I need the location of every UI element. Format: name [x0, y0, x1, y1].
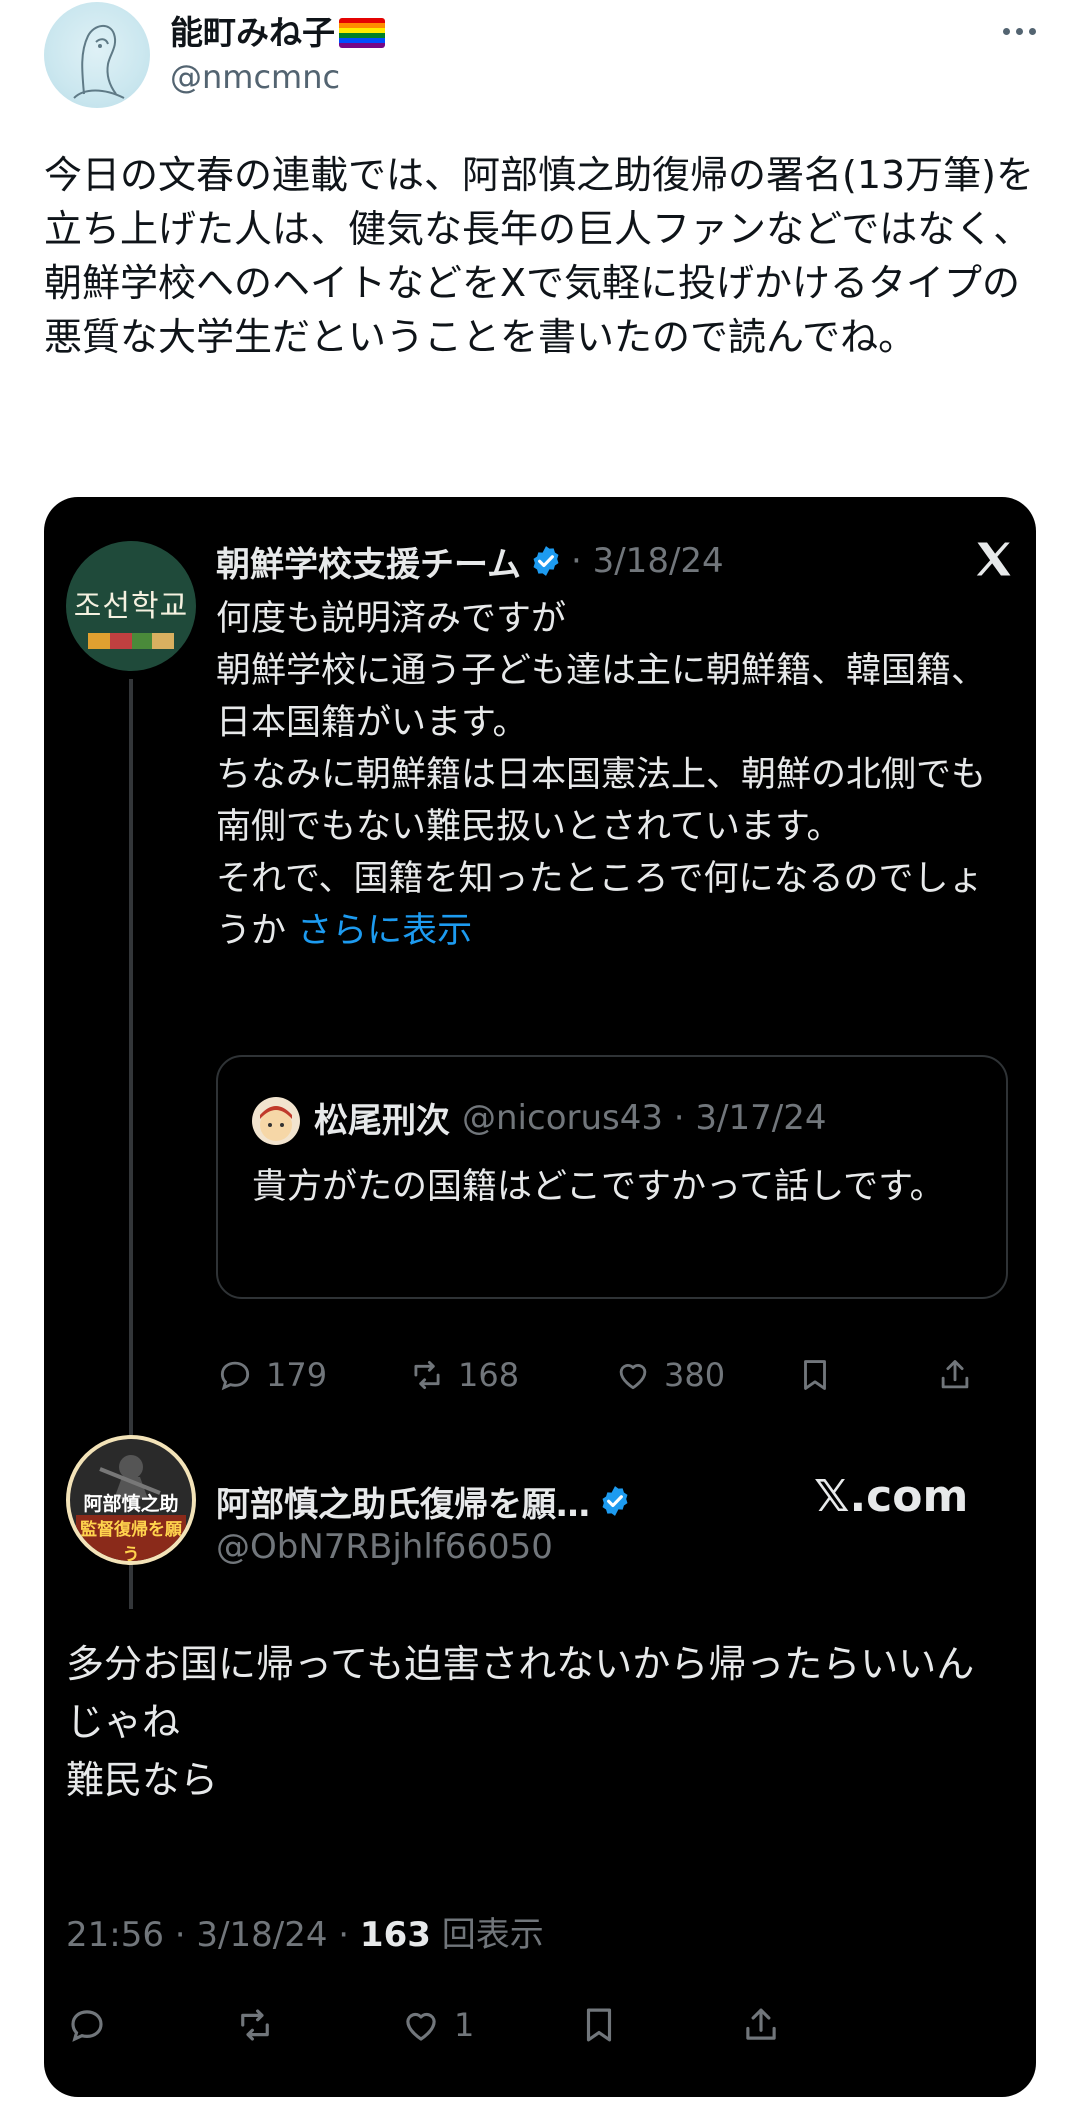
reply-avatar-line2: 監督復帰を願う	[76, 1515, 186, 1561]
quoted-action-bar: 179 168 380	[216, 1347, 1016, 1403]
tweet-text: 今日の文春の連載では、阿部慎之助復帰の署名(13万筆)を立ち上げた人は、健気な長…	[44, 153, 1035, 359]
inner-quote-avatar[interactable]	[252, 1097, 300, 1145]
verified-icon	[533, 546, 559, 576]
share-icon	[941, 1360, 969, 1389]
author-handle[interactable]: @nmcmnc	[170, 58, 340, 96]
more-icon[interactable]	[994, 16, 1044, 46]
retweet-button[interactable]: 168	[408, 1347, 519, 1403]
share-icon	[746, 2008, 776, 2040]
inner-quote-handle[interactable]: @nicorus43 · 3/17/24	[462, 1098, 827, 1138]
tweet-author: 能町みね子 @nmcmnc	[44, 0, 1044, 120]
quoted-body-text: 何度も説明済みですが 朝鮮学校に通う子ども達は主に朝鮮籍、韓国籍、日本国籍がいま…	[216, 599, 987, 951]
retweet-icon	[241, 2009, 269, 2041]
views-label: 回表示	[430, 1915, 544, 1955]
rainbow-flag-icon	[339, 18, 385, 48]
quoted-date[interactable]: · 3/18/24	[571, 541, 724, 581]
reply-icon	[71, 2010, 103, 2042]
avatar-hangul-text: 조선학교	[73, 589, 189, 624]
like-icon	[406, 2012, 436, 2041]
reply-icon	[220, 1361, 250, 1391]
x-com-logo: 𝕏.com	[814, 1471, 969, 1522]
like-button[interactable]: 380	[614, 1347, 725, 1403]
views-count: 163	[359, 1915, 431, 1955]
bookmark-icon	[804, 1360, 826, 1390]
quoted-name[interactable]: 朝鮮学校支援チーム	[216, 537, 521, 586]
reply-header: 阿部慎之助氏復帰を願…	[216, 1473, 632, 1529]
reply-count: 179	[266, 1356, 328, 1394]
reply-button[interactable]: 179	[216, 1347, 327, 1403]
reply-bookmark-button[interactable]	[578, 1997, 620, 2053]
like-icon	[619, 1364, 647, 1390]
reply-meta: 21:56 · 3/18/24 · 163 回表示	[66, 1907, 544, 1956]
reply-retweet-button[interactable]	[234, 1997, 276, 2053]
inner-quote-text: 貴方がたの国籍はどこですかって話しです。	[252, 1167, 945, 1207]
reply-name[interactable]: 阿部慎之助氏復帰を願…	[216, 1477, 590, 1526]
reply-action-bar: 1	[66, 1997, 1006, 2057]
inner-quote[interactable]: 松尾刑次 @nicorus43 · 3/17/24 貴方がたの国籍はどこですかっ…	[216, 1055, 1008, 1299]
reply-share-button[interactable]	[740, 1997, 782, 2053]
author-avatar[interactable]	[44, 2, 150, 108]
bookmark-button[interactable]	[796, 1347, 834, 1403]
retweet-count: 168	[458, 1356, 520, 1394]
reply-reply-button[interactable]	[66, 1997, 108, 2053]
retweet-icon	[414, 1360, 440, 1390]
reply-timestamp[interactable]: 21:56 · 3/18/24 ·	[66, 1915, 360, 1955]
share-button[interactable]	[936, 1347, 974, 1403]
reply-handle[interactable]: @ObN7RBjhlf66050	[216, 1527, 553, 1567]
inner-quote-name[interactable]: 松尾刑次	[314, 1093, 450, 1142]
reply-like-count: 1	[454, 2006, 475, 2044]
reply-body: 多分お国に帰っても迫害されないから帰ったらいいんじゃね 難民なら	[66, 1642, 975, 1802]
show-more-link[interactable]: さらに表示	[297, 911, 472, 951]
author-name-text[interactable]: 能町みね子	[170, 13, 335, 52]
reply-like-button[interactable]: 1	[400, 1997, 474, 2053]
x-logo-icon[interactable]	[972, 537, 1016, 581]
quoted-avatar[interactable]: 조선학교	[66, 541, 196, 671]
reply-avatar[interactable]: 阿部慎之助 監督復帰を願う	[66, 1435, 196, 1565]
inner-quote-header: 松尾刑次 @nicorus43 · 3/17/24	[314, 1093, 827, 1142]
verified-icon	[602, 1486, 628, 1516]
quoted-header: 朝鮮学校支援チーム · 3/18/24	[216, 533, 1016, 589]
author-name[interactable]: 能町みね子	[170, 6, 385, 54]
quoted-body: 何度も説明済みですが 朝鮮学校に通う子ども達は主に朝鮮籍、韓国籍、日本国籍がいま…	[216, 593, 1006, 957]
reply-avatar-line1: 阿部慎之助	[83, 1493, 179, 1515]
bookmark-icon	[586, 2008, 612, 2042]
embedded-screenshot: 조선학교 朝鮮学校支援チーム · 3/18/24 何度も説明済みですが 朝鮮学校…	[44, 497, 1036, 2097]
like-count: 380	[664, 1356, 726, 1394]
